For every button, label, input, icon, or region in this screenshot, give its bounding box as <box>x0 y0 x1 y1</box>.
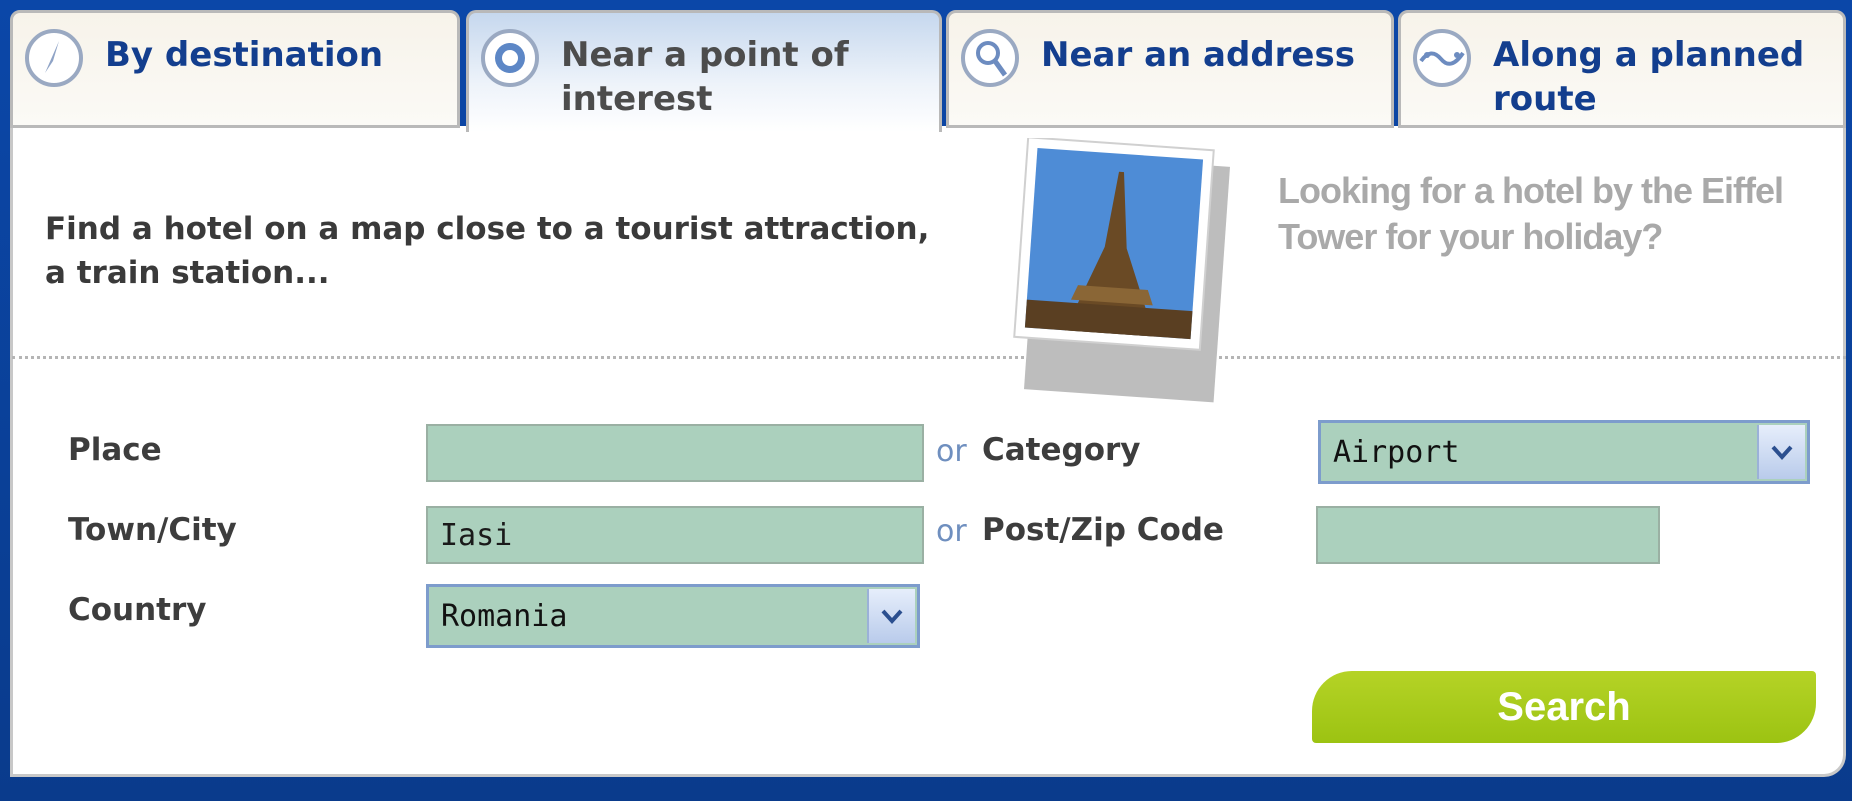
or-text: or <box>936 514 967 549</box>
place-label: Place <box>68 432 162 468</box>
tab-near-an-address[interactable]: Near an address <box>946 10 1394 128</box>
category-select[interactable]: Airport <box>1318 420 1810 484</box>
promo-text: Looking for a hotel by the Eiffel Tower … <box>1278 170 1784 257</box>
tab-along-planned-route[interactable]: Along a planned route <box>1398 10 1846 128</box>
country-select[interactable]: Romania <box>426 584 920 648</box>
chevron-down-icon[interactable] <box>1757 425 1805 479</box>
target-icon <box>481 29 539 87</box>
zip-input[interactable] <box>1316 506 1660 564</box>
country-value: Romania <box>441 599 568 634</box>
town-input[interactable]: Iasi <box>426 506 924 564</box>
chevron-down-icon[interactable] <box>867 589 915 643</box>
magnifier-icon <box>961 29 1019 87</box>
tab-near-point-of-interest[interactable]: Near a point of interest <box>466 10 942 132</box>
town-label: Town/City <box>68 512 237 548</box>
zip-label: Post/Zip Code <box>982 512 1224 548</box>
tab-label: By destination <box>105 35 384 75</box>
app-background: By destination Near a point of interest … <box>0 0 1852 801</box>
category-label: Category <box>982 432 1141 468</box>
tab-label: Near an address <box>1041 35 1355 75</box>
tab-by-destination[interactable]: By destination <box>10 10 460 128</box>
or-text: or <box>936 434 967 469</box>
route-icon <box>1413 29 1471 87</box>
country-label: Country <box>68 592 207 628</box>
intro-text: Find a hotel on a map close to a tourist… <box>45 211 930 291</box>
tab-label: Near a point of interest <box>561 35 849 119</box>
compass-needle-icon <box>25 29 83 87</box>
search-button[interactable]: Search <box>1312 671 1816 743</box>
category-value: Airport <box>1333 435 1460 470</box>
tab-label: Along a planned route <box>1493 35 1805 119</box>
place-input[interactable] <box>426 424 924 482</box>
eiffel-tower-photo <box>1013 138 1230 403</box>
section-divider <box>12 356 1846 359</box>
